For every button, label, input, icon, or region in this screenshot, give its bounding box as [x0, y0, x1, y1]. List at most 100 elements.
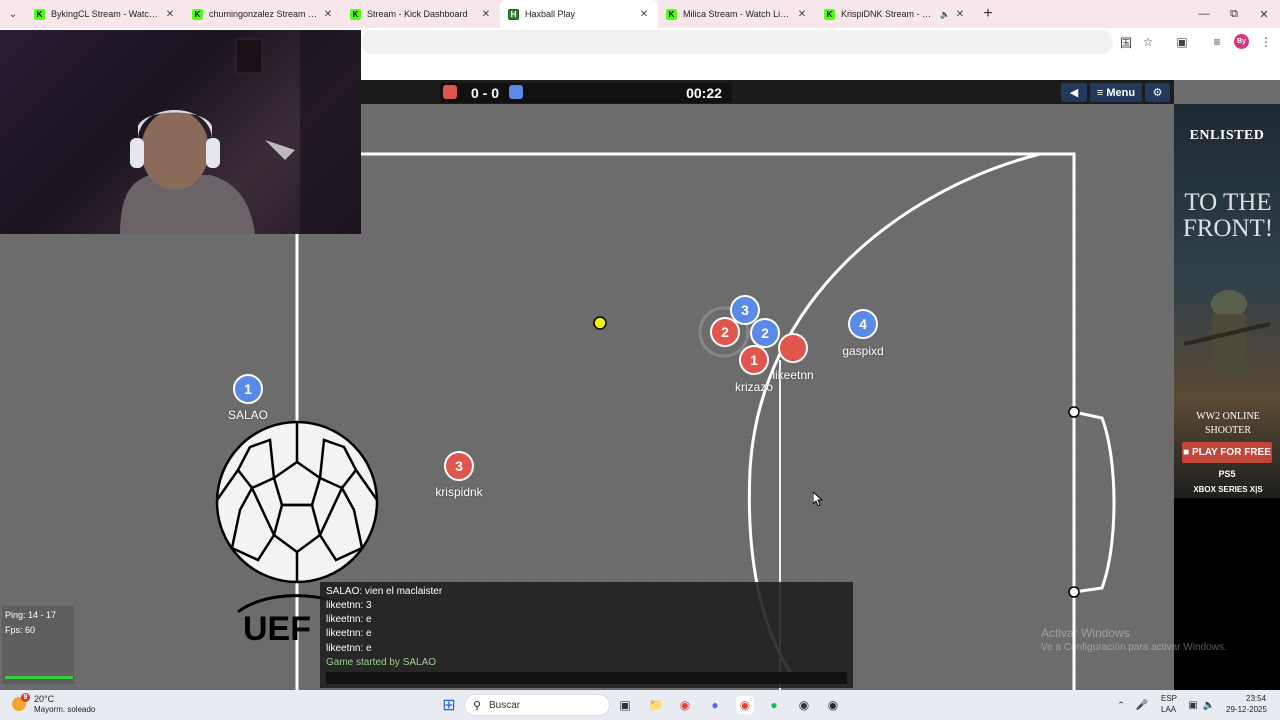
chrome-profile-icon[interactable]: ◉ — [736, 696, 754, 714]
xbox-logo: XBOX SERIES X|S — [1193, 485, 1263, 494]
steam-icon[interactable]: ◉ — [824, 696, 842, 714]
player-disc-blue: 4 — [848, 309, 878, 339]
enlisted-ad[interactable]: ENLISTED TO THE FRONT! WW2 ONLINE SHOOTER… — [1174, 104, 1280, 498]
kick-favicon-icon: K — [34, 8, 45, 20]
tab-close-icon[interactable]: ✕ — [164, 9, 176, 20]
tab-close-icon[interactable]: ✕ — [480, 9, 492, 20]
tab-title: Milica Stream - Watch Live on — [683, 9, 792, 19]
chat-line: likeetnn: e — [326, 628, 372, 639]
player-name: likeetnn — [772, 368, 814, 382]
streamer-silhouette — [120, 30, 361, 234]
ad-play-button[interactable]: ■ PLAY FOR FREE — [1182, 442, 1272, 463]
tab-close-icon[interactable]: ✕ — [322, 9, 334, 20]
address-bar[interactable] — [361, 30, 1113, 54]
kick-favicon-icon: K — [350, 8, 361, 20]
game-ball — [593, 316, 607, 330]
sound-toggle-button[interactable]: ◀ — [1061, 83, 1087, 102]
speaker-icon[interactable]: 🔈 — [940, 10, 950, 19]
taskbar-search[interactable]: ⚲ Buscar — [464, 694, 610, 716]
chat-input[interactable] — [326, 672, 847, 684]
tab-krispidnk[interactable]: K KrispiDNK Stream - Watch 🔈 ✕ — [816, 0, 974, 28]
temperature: 20°C — [34, 694, 55, 704]
reading-list-icon[interactable]: ≡ — [1207, 32, 1227, 52]
player-name: SALAO — [227, 408, 269, 422]
tab-title: chumingonzalez Stream - Watc — [209, 9, 318, 19]
more-menu-icon[interactable]: ⋮ — [1256, 32, 1276, 52]
tab-close-icon[interactable]: ✕ — [796, 9, 808, 20]
volume-icon[interactable]: 🔈 — [1200, 696, 1218, 714]
chrome-icon[interactable]: ◉ — [676, 696, 694, 714]
tray-chevron-icon[interactable]: ⌃ — [1112, 696, 1130, 714]
kick-favicon-icon: K — [666, 8, 677, 20]
tab-kick-dashboard[interactable]: K Stream - Kick Dashboard ✕ — [342, 0, 500, 28]
clock-date[interactable]: 29-12-2025 — [1226, 705, 1267, 714]
obs-icon[interactable]: ◉ — [795, 696, 813, 714]
fps-graph — [5, 676, 73, 679]
activation-title: Activar Windows — [1041, 626, 1130, 640]
chat-line: SALAO: vien el maclaister — [326, 586, 443, 597]
ad-subtitle: WW2 ONLINE SHOOTER — [1196, 411, 1260, 436]
player-disc-blue: 2 — [750, 318, 780, 348]
kick-favicon-icon: K — [192, 8, 203, 20]
webcam-overlay — [0, 30, 361, 234]
chat-line: likeetnn: e — [326, 643, 372, 654]
tab-close-icon[interactable]: ✕ — [638, 9, 650, 20]
fps-stat: Fps: 60 — [5, 625, 36, 635]
chat-line: likeetnn: 3 — [326, 600, 372, 611]
game-clock: 00:22 — [686, 85, 722, 101]
ps5-logo: PS5 — [1218, 469, 1236, 479]
translate-icon[interactable]: 国 — [1116, 32, 1136, 52]
tab-haxball-play[interactable]: H Haxball Play ✕ — [500, 0, 658, 28]
player-name: gaspixd — [842, 344, 884, 358]
player-disc-blue: 1 — [233, 374, 263, 404]
ad-brand: ENLISTED — [1189, 128, 1265, 143]
tab-search-dropdown-icon[interactable]: ⌄ — [0, 0, 26, 28]
file-explorer-icon[interactable]: 📁 — [647, 696, 665, 714]
side-panel — [1174, 498, 1280, 690]
score: 0 - 0 — [470, 85, 499, 101]
bookmark-star-icon[interactable]: ☆ — [1138, 32, 1158, 52]
new-tab-icon[interactable]: + — [974, 5, 1002, 23]
haxball-favicon-icon: H — [508, 8, 519, 20]
mouse-cursor-icon — [813, 492, 823, 506]
ad-headline: TO THE FRONT! — [1182, 189, 1274, 242]
close-window-icon[interactable]: ✕ — [1248, 0, 1280, 28]
discord-icon[interactable]: ● — [706, 696, 724, 714]
chat-line: likeetnn: e — [326, 614, 372, 625]
restore-icon[interactable]: ⧉ — [1218, 0, 1250, 28]
player-name: krizazo — [734, 380, 773, 394]
kick-favicon-icon: K — [824, 8, 835, 20]
minimize-icon[interactable]: — — [1188, 0, 1220, 28]
ucl-ball-logo — [215, 420, 379, 584]
windows-start-icon[interactable]: ⊞ — [440, 696, 458, 714]
language-code[interactable]: ESP — [1161, 694, 1177, 703]
activation-subtitle: Ve a Configuración para activar Windows. — [1041, 642, 1227, 653]
profile-avatar[interactable]: By — [1234, 34, 1249, 49]
keyboard-layout[interactable]: LAA — [1161, 705, 1176, 714]
extensions-icon[interactable]: ▣ — [1172, 32, 1192, 52]
microphone-icon[interactable]: 🎤 — [1133, 696, 1151, 714]
tab-title: Haxball Play — [525, 9, 576, 19]
browser-tab-bar: ⌄ K BykingCL Stream - Watch Live o ✕ K c… — [0, 0, 1280, 28]
red-team-icon — [443, 85, 457, 99]
chat-system-line: Game started by SALAO — [326, 657, 437, 668]
tab-bykingcl[interactable]: K BykingCL Stream - Watch Live o ✕ — [26, 0, 184, 28]
spotify-icon[interactable]: ● — [765, 696, 783, 714]
tab-close-icon[interactable]: ✕ — [954, 9, 966, 20]
player-disc-red: 2 — [710, 317, 740, 347]
settings-button[interactable]: ⚙ — [1145, 83, 1170, 102]
tab-title: Stream - Kick Dashboard — [367, 9, 468, 19]
menu-button[interactable]: ≡ Menu — [1090, 83, 1142, 102]
tab-milica[interactable]: K Milica Stream - Watch Live on ✕ — [658, 0, 816, 28]
clock-time[interactable]: 23:54 — [1246, 694, 1266, 703]
player-disc-red: 3 — [444, 451, 474, 481]
svg-text:UEF: UEF — [243, 610, 311, 648]
tab-chumingonzalez[interactable]: K chumingonzalez Stream - Watc ✕ — [184, 0, 342, 28]
search-icon: ⚲ — [473, 700, 482, 712]
tab-title: KrispiDNK Stream - Watch — [841, 9, 938, 19]
player-disc-red-avatar — [778, 333, 808, 363]
soldier-illustration — [1183, 290, 1271, 374]
task-view-icon[interactable]: ▣ — [616, 696, 634, 714]
blue-team-icon — [509, 85, 523, 99]
menu-label: Menu — [1106, 86, 1136, 99]
